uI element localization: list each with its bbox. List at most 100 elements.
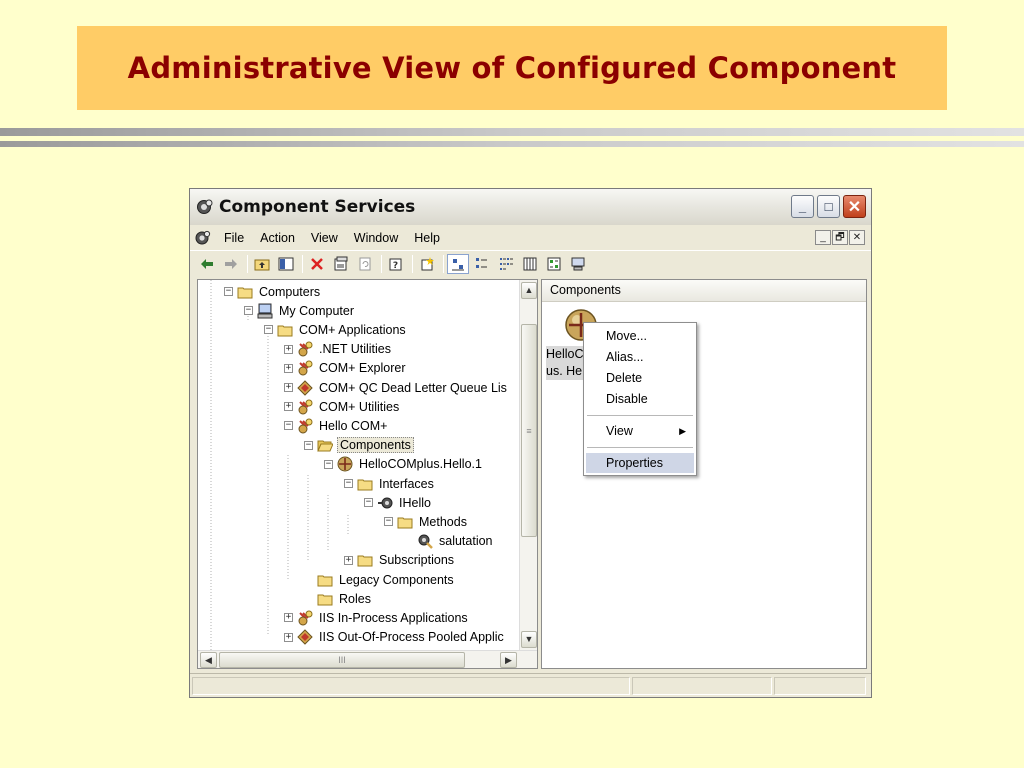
tree-item[interactable]: salutation xyxy=(404,532,495,551)
tree-item[interactable]: + Subscriptions xyxy=(344,551,456,570)
list-column-header[interactable]: Components xyxy=(542,280,866,302)
collapse-icon[interactable]: − xyxy=(324,459,333,469)
small-icons-view-icon[interactable] xyxy=(471,254,493,274)
forward-arrow-icon[interactable] xyxy=(220,254,242,274)
computer-icon[interactable] xyxy=(567,254,589,274)
menu-help[interactable]: Help xyxy=(410,231,444,245)
tree-item[interactable]: − HelloCOMplus.Hello.1 xyxy=(324,455,484,474)
detail-view-icon[interactable] xyxy=(519,254,541,274)
expand-icon[interactable]: + xyxy=(284,383,293,392)
component-services-app-icon xyxy=(197,199,213,214)
menu-file[interactable]: File xyxy=(220,231,248,245)
scroll-thumb[interactable]: ≡ xyxy=(521,324,537,537)
mdi-restore-button[interactable]: 🗗 xyxy=(832,230,848,245)
tree-item[interactable]: − Computers xyxy=(224,282,322,301)
show-hide-tree-icon[interactable] xyxy=(275,254,297,274)
expand-icon[interactable]: + xyxy=(284,363,293,373)
mdi-minimize-button[interactable]: _ xyxy=(815,230,831,245)
context-menu-view[interactable]: View ▶ xyxy=(586,421,694,441)
expand-icon[interactable]: + xyxy=(344,555,353,565)
context-menu-properties[interactable]: Properties xyxy=(586,453,694,473)
collapse-icon[interactable]: − xyxy=(384,517,393,527)
tree-item[interactable]: Legacy Components xyxy=(304,570,456,589)
list-item-label[interactable]: HelloC us. He xyxy=(546,346,584,380)
context-menu-delete[interactable]: Delete xyxy=(586,368,694,388)
tree-item-label: .NET Utilities xyxy=(319,342,392,357)
tree-item[interactable]: + COM+ QC Dead Letter Queue Lis xyxy=(284,378,509,397)
svg-text:?: ? xyxy=(393,261,398,271)
tree-item[interactable]: + COM+ Explorer xyxy=(284,359,407,378)
menu-window[interactable]: Window xyxy=(350,231,402,245)
folder-icon xyxy=(317,591,333,607)
tree-item-label: Subscriptions xyxy=(379,553,455,568)
tree-horizontal-scrollbar[interactable]: ◀ III ▶ xyxy=(198,650,537,668)
tree-item[interactable]: Roles xyxy=(304,589,373,608)
component-services-window: Component Services _ □ ✕ File Action Vie… xyxy=(189,188,872,698)
collapse-icon[interactable]: − xyxy=(304,440,313,450)
tree-item-label: IIS Out-Of-Process Pooled Applic xyxy=(319,630,504,645)
tree-item[interactable]: − Hello COM+ xyxy=(284,416,389,435)
tree-item-label: Methods xyxy=(419,514,467,529)
expand-icon[interactable]: + xyxy=(284,344,293,354)
collapse-icon[interactable]: − xyxy=(224,287,233,296)
window-title: Component Services xyxy=(219,197,416,217)
system-menu-icon[interactable] xyxy=(194,230,212,246)
com-app-icon xyxy=(297,610,313,626)
maximize-button[interactable]: □ xyxy=(817,195,840,218)
menu-action[interactable]: Action xyxy=(256,231,299,245)
context-menu-label: Properties xyxy=(606,456,663,470)
scroll-down-button[interactable]: ▼ xyxy=(521,631,537,648)
horizontal-scroll-thumb[interactable]: III xyxy=(219,652,465,668)
tree-item[interactable]: − IHello xyxy=(364,493,433,512)
collapse-icon[interactable]: − xyxy=(244,306,253,316)
collapse-icon[interactable]: − xyxy=(264,325,273,335)
delete-icon[interactable] xyxy=(306,254,328,274)
list-view-icon[interactable] xyxy=(495,254,517,274)
close-button[interactable]: ✕ xyxy=(843,195,866,218)
collapse-icon[interactable]: − xyxy=(364,498,373,508)
tree-item[interactable]: − Interfaces xyxy=(344,474,436,493)
context-menu-move[interactable]: Move... xyxy=(586,326,694,346)
large-icons-view-icon[interactable] xyxy=(447,253,469,274)
tree-item[interactable]: + .NET Utilities xyxy=(284,340,393,359)
status-segment xyxy=(774,677,866,695)
context-menu-disable[interactable]: Disable xyxy=(586,389,694,409)
menu-view[interactable]: View xyxy=(307,231,342,245)
tree-item[interactable]: + IIS Out-Of-Process Pooled Applic xyxy=(284,628,506,647)
tree-item[interactable]: − Methods xyxy=(384,512,469,531)
tree-item-label: IHello xyxy=(399,495,431,510)
refresh-icon[interactable] xyxy=(354,254,376,274)
tree-item-label: IIS In-Process Applications xyxy=(319,610,468,625)
toolbar: ? xyxy=(190,250,871,276)
up-folder-icon[interactable] xyxy=(251,254,273,274)
tree-item[interactable]: + COM+ Utilities xyxy=(284,397,401,416)
status-segment xyxy=(632,677,772,695)
new-icon[interactable] xyxy=(416,254,438,274)
tree-item[interactable]: + IIS In-Process Applications xyxy=(284,608,470,627)
tree-item-label: COM+ Explorer xyxy=(319,361,406,376)
tree-item[interactable]: − COM+ Applications xyxy=(264,320,408,339)
folder-icon xyxy=(277,322,293,338)
context-menu-label: View xyxy=(606,424,633,438)
scroll-up-button[interactable]: ▲ xyxy=(521,282,537,299)
context-menu-alias[interactable]: Alias... xyxy=(586,347,694,367)
scroll-left-button[interactable]: ◀ xyxy=(200,652,217,668)
scroll-right-button[interactable]: ▶ xyxy=(500,652,517,668)
minimize-button[interactable]: _ xyxy=(791,195,814,218)
tree-item[interactable]: − Components xyxy=(304,436,414,455)
tree-vertical-scrollbar[interactable]: ▲ ≡ ▼ xyxy=(519,280,537,650)
collapse-icon[interactable]: − xyxy=(344,479,353,488)
expand-icon[interactable]: + xyxy=(284,402,293,412)
window-title-bar[interactable]: Component Services _ □ ✕ xyxy=(190,189,871,225)
tree-item[interactable]: − My Computer xyxy=(244,301,356,320)
help-icon[interactable]: ? xyxy=(385,254,407,274)
expand-icon[interactable]: + xyxy=(284,613,293,623)
properties-icon[interactable] xyxy=(330,254,352,274)
collapse-icon[interactable]: − xyxy=(284,421,293,431)
back-arrow-icon[interactable] xyxy=(196,254,218,274)
expand-icon[interactable]: + xyxy=(284,632,293,642)
toolbar-separator xyxy=(247,254,248,273)
mdi-close-button[interactable]: ✕ xyxy=(849,230,865,245)
status-view-icon[interactable] xyxy=(543,254,565,274)
window-controls: _ □ ✕ xyxy=(791,195,866,218)
